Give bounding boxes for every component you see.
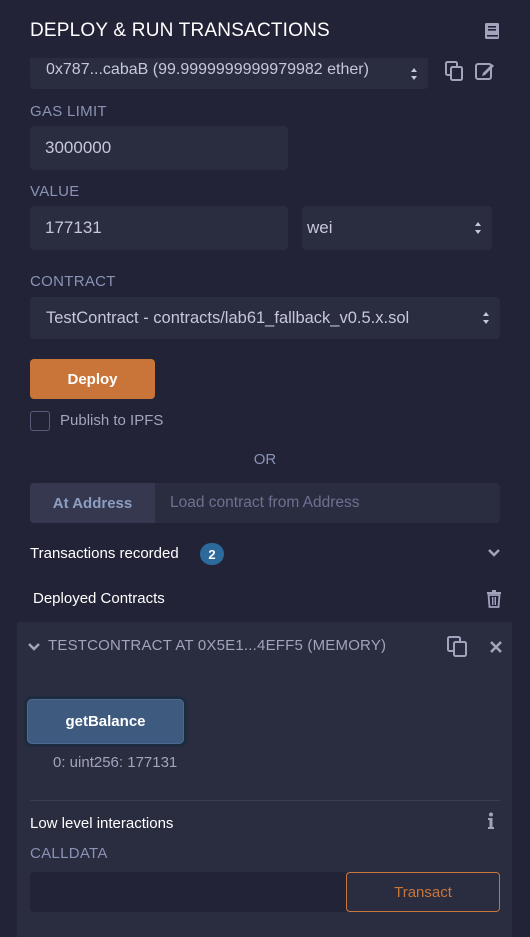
transact-button[interactable]: Transact <box>346 872 500 912</box>
value-amount: 177131 <box>45 218 102 237</box>
at-address-input[interactable]: Load contract from Address <box>155 483 500 523</box>
publish-ipfs-label: Publish to IPFS <box>60 412 164 429</box>
gas-limit-input[interactable]: 3000000 <box>30 126 288 170</box>
deploy-button[interactable]: Deploy <box>30 359 155 399</box>
low-level-title: Low level interactions <box>30 815 174 832</box>
contract-select[interactable]: TestContract - contracts/lab61_fallback_… <box>30 297 500 339</box>
deployed-contracts-title: Deployed Contracts <box>33 590 165 607</box>
unit-value: wei <box>307 218 333 237</box>
transactions-recorded-label[interactable]: Transactions recorded <box>30 545 179 562</box>
getbalance-button[interactable]: getBalance <box>27 699 184 744</box>
function-result: 0: uint256: 177131 <box>53 754 178 771</box>
edit-icon[interactable] <box>475 61 495 81</box>
divider <box>30 800 500 801</box>
book-icon[interactable] <box>483 22 501 40</box>
gas-limit-label: GAS LIMIT <box>30 103 107 120</box>
panel-title: DEPLOY & RUN TRANSACTIONS <box>30 20 330 41</box>
value-label: VALUE <box>30 183 80 200</box>
chevron-down-icon[interactable] <box>487 546 501 560</box>
chevron-down-icon[interactable] <box>27 640 41 654</box>
copy-icon[interactable] <box>445 61 463 81</box>
contract-value: TestContract - contracts/lab61_fallback_… <box>46 308 410 327</box>
at-address-button[interactable]: At Address <box>30 483 155 523</box>
instance-title[interactable]: TESTCONTRACT AT 0X5E1...4EFF5 (MEMORY) <box>48 637 386 654</box>
updown-icon <box>411 67 417 80</box>
close-icon[interactable] <box>489 640 503 654</box>
or-separator: OR <box>253 451 277 468</box>
trash-icon[interactable] <box>486 590 502 608</box>
publish-ipfs-checkbox[interactable] <box>30 411 50 431</box>
value-input[interactable]: 177131 <box>30 206 288 250</box>
account-value: 0x787...cabaB (99.9999999999979982 ether… <box>46 61 369 78</box>
contract-label: CONTRACT <box>30 273 116 290</box>
updown-icon <box>483 312 489 324</box>
at-address-placeholder: Load contract from Address <box>170 494 360 511</box>
calldata-label: CALLDATA <box>30 845 108 862</box>
transactions-count-badge: 2 <box>200 543 224 565</box>
unit-select[interactable]: wei <box>302 206 492 250</box>
gas-limit-value: 3000000 <box>45 138 112 157</box>
copy-icon[interactable] <box>447 636 467 657</box>
updown-icon <box>475 222 481 234</box>
info-icon[interactable] <box>486 812 496 830</box>
calldata-input[interactable] <box>30 872 346 912</box>
account-select[interactable]: 0x787...cabaB (99.9999999999979982 ether… <box>30 58 428 89</box>
